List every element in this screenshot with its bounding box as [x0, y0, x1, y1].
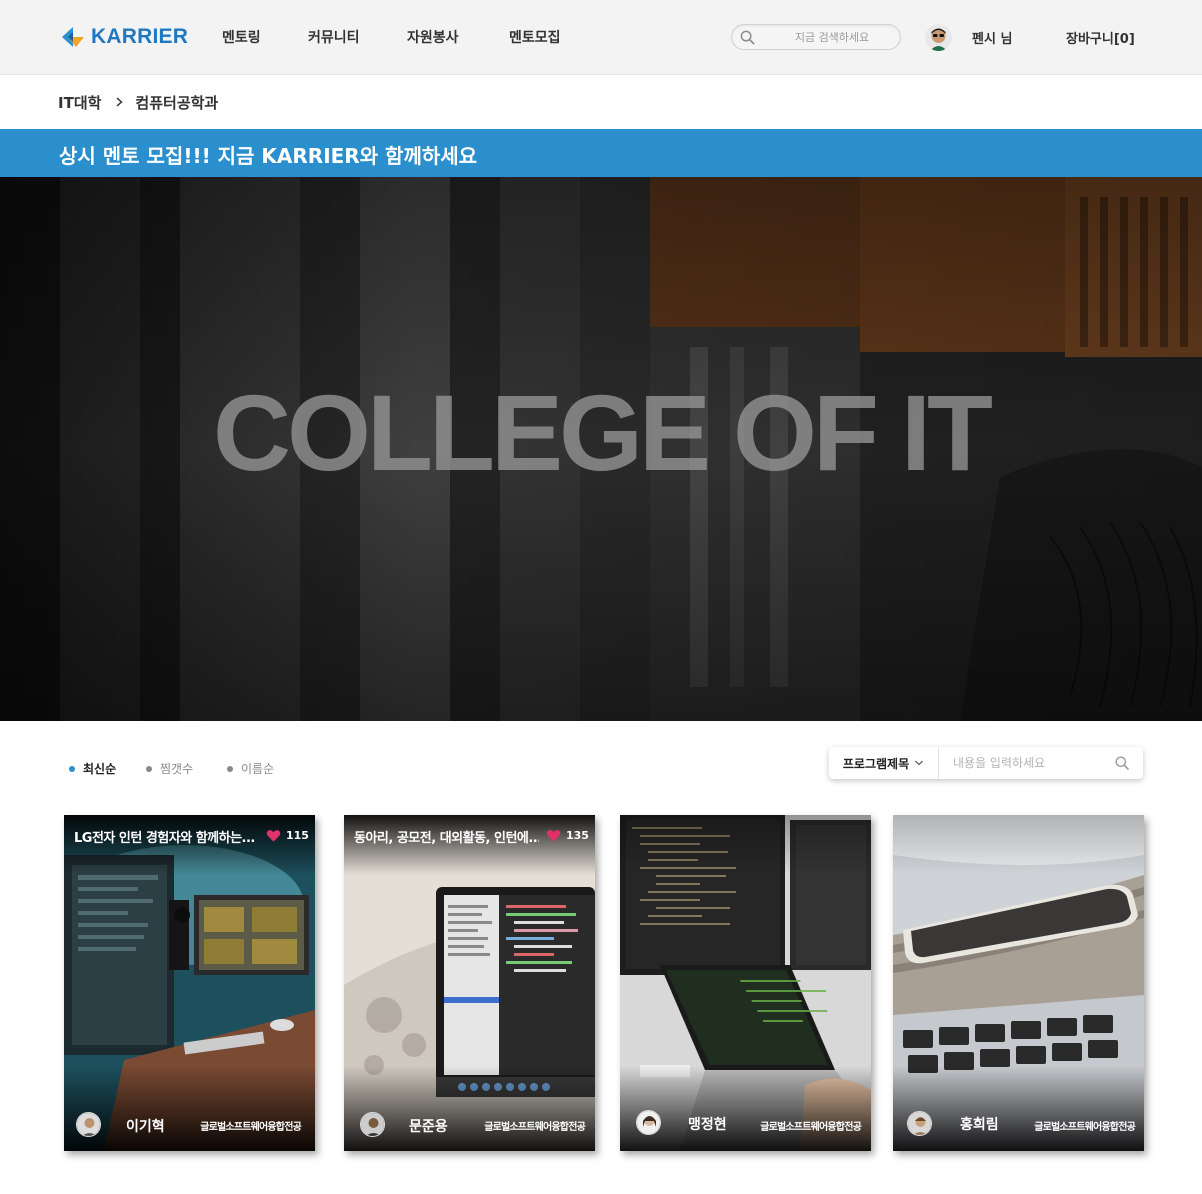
breadcrumb-department[interactable]: 컴퓨터공학과	[135, 92, 218, 113]
card-bottom-shade	[620, 1066, 871, 1151]
filter-search-input[interactable]	[953, 754, 1103, 772]
mentor-avatar	[76, 1112, 101, 1137]
chevron-right-icon	[116, 97, 124, 107]
card-top-shade	[893, 815, 1144, 875]
filter-type-select[interactable]: 프로그램제목	[829, 747, 939, 779]
sort-dot-icon	[227, 765, 233, 772]
logo-mark-icon	[62, 27, 84, 47]
mentor-avatar	[636, 1110, 661, 1135]
nav-mentor-recruit[interactable]: 멘토모집	[509, 27, 561, 47]
sort-tab-likes[interactable]: 찜갯수	[146, 760, 193, 777]
mentor-card[interactable]: LG전자 인턴 경험자와 함께하는... 115 이기혁 글로벌소프트웨어융합전…	[64, 815, 315, 1151]
mentor-name: 문준용	[409, 1119, 448, 1135]
mentor-name: 홍희림	[960, 1117, 999, 1133]
chevron-down-icon	[915, 760, 924, 766]
mentor-major: 글로벌소프트웨어융합전공	[200, 1122, 302, 1133]
sort-tab-label: 찜갯수	[160, 762, 194, 776]
search-icon[interactable]	[739, 29, 756, 46]
mentor-avatar	[360, 1112, 385, 1137]
mentor-name: 이기혁	[126, 1119, 165, 1135]
user-avatar[interactable]	[925, 24, 952, 51]
nav-volunteer[interactable]: 자원봉사	[407, 27, 459, 47]
username[interactable]: 펜시 님	[972, 28, 1012, 47]
recruit-banner[interactable]: 상시 멘토 모집!!! 지금 KARRIER와 함께하세요	[0, 129, 1202, 177]
breadcrumb-college[interactable]: IT대학	[58, 92, 101, 113]
card-bottom-shade	[344, 1066, 595, 1151]
card-title: LG전자 인턴 경험자와 함께하는...	[74, 831, 255, 846]
heart-icon[interactable]	[546, 829, 561, 843]
nav-mentoring[interactable]: 멘토링	[222, 27, 261, 47]
card-bottom-shade	[893, 1066, 1144, 1151]
mentor-major: 글로벌소프트웨어융합전공	[1034, 1122, 1136, 1133]
hero-image: COLLEGE OF IT	[0, 177, 1202, 721]
mentor-card[interactable]: 홍희림 글로벌소프트웨어융합전공	[893, 815, 1144, 1151]
search-icon[interactable]	[1114, 755, 1130, 771]
like-count: 115	[286, 829, 309, 842]
filter-select-value: 프로그램제목	[842, 756, 910, 771]
cart-link[interactable]: 장바구니[0]	[1066, 28, 1135, 47]
mentor-major: 글로벌소프트웨어융합전공	[760, 1122, 862, 1133]
mentor-name: 맹정현	[688, 1117, 727, 1133]
breadcrumb: IT대학 컴퓨터공학과	[58, 91, 218, 113]
logo-text: KARRIER	[91, 25, 189, 48]
top-header: KARRIER 멘토링 커뮤니티 자원봉사 멘토모집 펜시 님 장바구니[0]	[0, 0, 1202, 75]
header-search-box	[731, 24, 901, 50]
nav-community[interactable]: 커뮤니티	[308, 27, 360, 47]
hero-title: COLLEGE OF IT	[213, 372, 993, 493]
card-title: 동아리, 공모전, 대외활동, 인턴에...	[354, 831, 539, 846]
mentor-card[interactable]: 맹정현 글로벌소프트웨어융합전공	[620, 815, 871, 1151]
sort-dot-icon	[69, 765, 75, 772]
heart-icon[interactable]	[266, 829, 281, 843]
program-filter: 프로그램제목	[829, 747, 1143, 779]
sort-tab-label: 최신순	[83, 762, 117, 776]
like-count: 135	[566, 829, 589, 842]
sort-dot-icon	[146, 765, 152, 772]
banner-text: 상시 멘토 모집!!! 지금 KARRIER와 함께하세요	[59, 144, 478, 168]
karrier-logo[interactable]: KARRIER	[60, 23, 188, 51]
header-search-input[interactable]	[772, 28, 892, 46]
mentor-card[interactable]: 동아리, 공모전, 대외활동, 인턴에... 135 문준용 글로벌소프트웨어융…	[344, 815, 595, 1151]
mentor-major: 글로벌소프트웨어융합전공	[484, 1122, 586, 1133]
sort-tab-name[interactable]: 이름순	[227, 760, 274, 777]
sort-tab-latest[interactable]: 최신순	[69, 760, 116, 777]
sort-tab-label: 이름순	[241, 762, 275, 776]
card-bottom-shade	[64, 1066, 315, 1151]
card-top-shade	[620, 815, 871, 875]
mentor-avatar	[907, 1111, 932, 1136]
